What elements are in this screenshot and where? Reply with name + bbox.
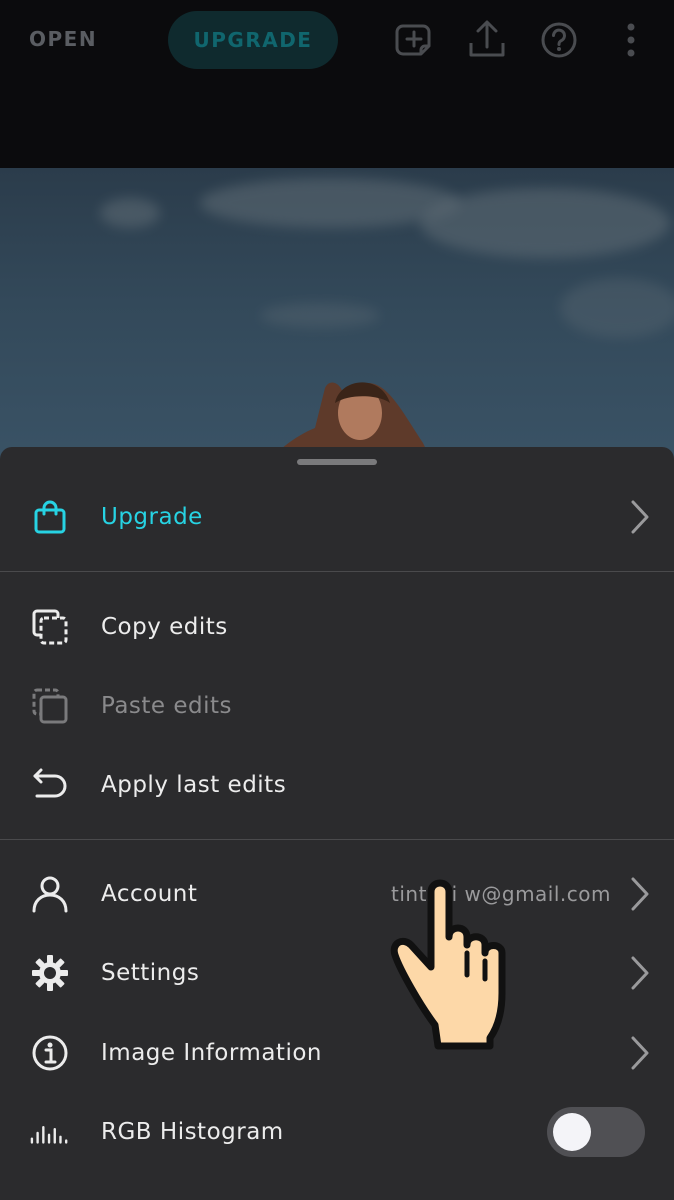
chevron-right-icon [624,953,654,993]
menu-item-image-information-label: Image Information [101,1040,322,1066]
histogram-icon [30,1112,70,1152]
upgrade-top-label: UPGRADE [193,28,313,52]
chevron-right-icon [624,1033,654,1073]
upgrade-top-button[interactable]: UPGRADE [168,11,338,69]
menu-item-copy-edits[interactable]: Copy edits [0,592,674,662]
menu-item-rgb-histogram-label: RGB Histogram [101,1119,284,1145]
bottom-sheet-menu: Upgrade Copy edits Paste edits Apply las… [0,447,674,1200]
open-button[interactable]: OPEN [29,27,97,51]
paste-icon [30,686,70,726]
share-icon[interactable] [467,18,507,62]
shopping-bag-icon [30,497,70,537]
menu-item-account[interactable]: Account tintuci w@gmail.com [0,859,674,929]
menu-item-settings[interactable]: Settings [0,938,674,1008]
menu-item-image-information[interactable]: Image Information [0,1018,674,1088]
hand-pointer-icon [390,879,506,1050]
menu-item-settings-label: Settings [101,960,200,986]
more-icon[interactable] [611,18,651,62]
gear-icon [30,953,70,993]
info-icon [30,1033,70,1073]
rgb-histogram-toggle[interactable] [547,1107,645,1157]
sheet-drag-handle[interactable] [297,459,377,465]
menu-item-account-label: Account [101,881,198,907]
menu-item-apply-last-edits-label: Apply last edits [101,772,287,798]
chevron-right-icon [624,874,654,914]
menu-item-paste-edits-label: Paste edits [101,693,233,719]
add-icon[interactable] [395,18,435,62]
toggle-knob [553,1113,591,1151]
divider [0,839,674,840]
undo-icon [30,765,70,805]
menu-item-upgrade[interactable]: Upgrade [0,482,674,552]
menu-item-apply-last-edits[interactable]: Apply last edits [0,750,674,820]
menu-item-upgrade-label: Upgrade [101,504,203,530]
divider [0,571,674,572]
menu-item-rgb-histogram[interactable]: RGB Histogram [0,1097,674,1167]
menu-item-paste-edits[interactable]: Paste edits [0,671,674,741]
photo-preview[interactable] [0,168,674,468]
menu-item-copy-edits-label: Copy edits [101,614,228,640]
chevron-right-icon [624,497,654,537]
top-bar: OPEN UPGRADE [0,0,674,168]
copy-icon [30,607,70,647]
help-icon[interactable] [539,18,579,62]
user-icon [30,874,70,914]
